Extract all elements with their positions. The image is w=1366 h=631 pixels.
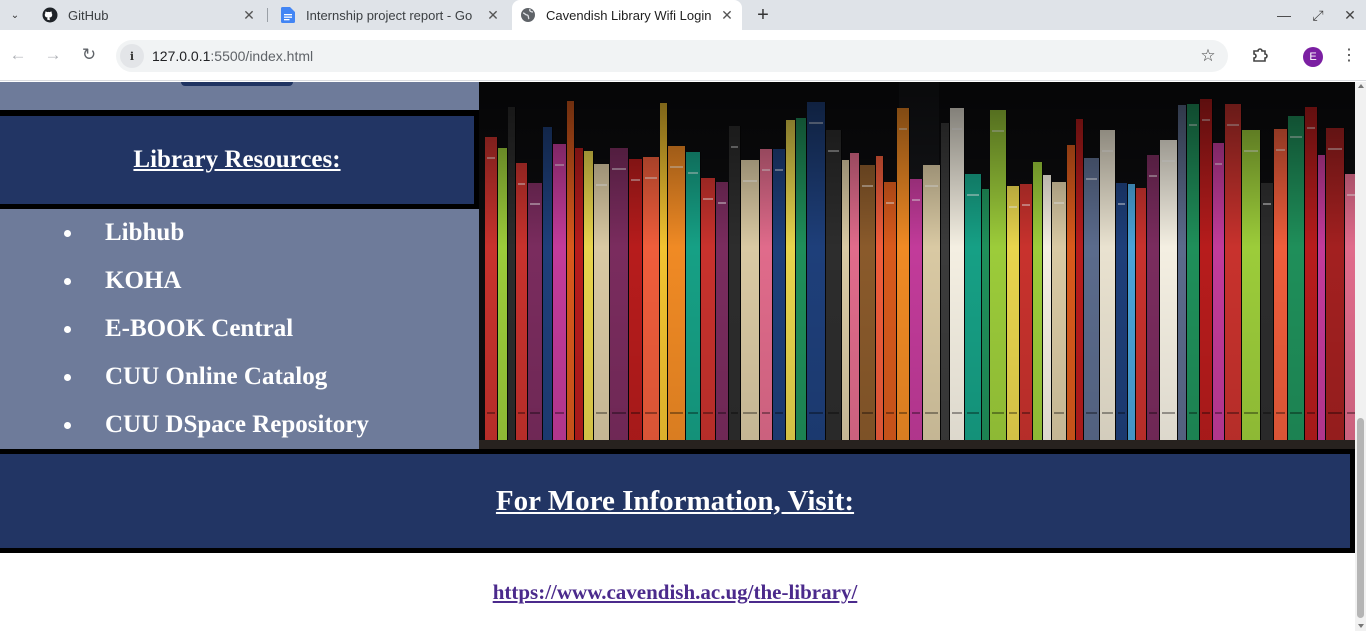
- bullet: [64, 229, 71, 237]
- tab-cavendish-wifi[interactable]: Cavendish Library Wifi Login ✕: [512, 0, 742, 30]
- reload-icon[interactable]: ↻: [77, 43, 101, 67]
- login-button-edge[interactable]: [181, 82, 293, 86]
- page-scrollbar[interactable]: [1355, 82, 1366, 631]
- more-info-heading: For More Information, Visit:: [495, 484, 855, 517]
- close-icon[interactable]: ✕: [240, 6, 258, 24]
- minimize-icon[interactable]: —: [1267, 0, 1301, 30]
- github-icon: [42, 7, 58, 23]
- tab-title: Internship project report - Go: [306, 7, 473, 23]
- browser-toolbar: ← → ↻ i 127.0.0.1:5500/index.html ☆ E ⋮: [0, 30, 1366, 81]
- scroll-thumb[interactable]: [1357, 418, 1364, 618]
- resource-label: Libhub: [105, 219, 185, 246]
- url-host: 127.0.0.1: [152, 48, 211, 64]
- tab-separator: [267, 8, 268, 22]
- resources-list: Libhub KOHA E-BOOK Central CUU Online Ca…: [0, 209, 479, 449]
- list-item[interactable]: CUU DSpace Repository: [0, 401, 479, 449]
- library-link-row: https://www.cavendish.ac.ug/the-library/: [0, 580, 1350, 605]
- scroll-up-arrow-icon[interactable]: [1358, 84, 1364, 88]
- url-path: :5500/index.html: [210, 48, 314, 64]
- more-info-band: For More Information, Visit:: [0, 449, 1355, 553]
- tab-strip: ⌄ GitHub ✕ Internship project report - G…: [0, 0, 1366, 30]
- profile-avatar[interactable]: E: [1303, 47, 1323, 67]
- resource-label: CUU Online Catalog: [105, 363, 328, 390]
- resources-heading-box: Library Resources:: [0, 116, 479, 204]
- tab-internship-report[interactable]: Internship project report - Go ✕: [272, 0, 508, 30]
- google-docs-icon: [280, 7, 296, 23]
- bookshelf-image: [479, 82, 1355, 449]
- list-item[interactable]: E-BOOK Central: [0, 305, 479, 353]
- bookmark-star-icon[interactable]: ☆: [1198, 46, 1218, 66]
- resource-label: CUU DSpace Repository: [105, 411, 369, 438]
- top-strip: [0, 82, 479, 110]
- list-item[interactable]: KOHA: [0, 257, 479, 305]
- bullet: [64, 373, 71, 381]
- resource-label: E-BOOK Central: [105, 315, 294, 342]
- library-website-link[interactable]: https://www.cavendish.ac.ug/the-library/: [493, 580, 858, 604]
- address-bar[interactable]: i 127.0.0.1:5500/index.html ☆: [116, 40, 1228, 72]
- resources-heading: Library Resources:: [133, 146, 341, 173]
- url-text[interactable]: 127.0.0.1:5500/index.html: [152, 48, 313, 64]
- resource-label: KOHA: [105, 267, 182, 294]
- forward-arrow-icon[interactable]: →: [41, 43, 65, 67]
- divider: [0, 548, 1355, 553]
- restore-icon[interactable]: ⤢: [1301, 0, 1335, 30]
- bullet: [64, 421, 71, 429]
- extensions-puzzle-icon[interactable]: [1248, 43, 1272, 67]
- list-item[interactable]: Libhub: [0, 209, 479, 257]
- window-close-icon[interactable]: ✕: [1333, 0, 1366, 30]
- site-info-icon[interactable]: i: [120, 44, 144, 68]
- tab-title: GitHub: [68, 7, 109, 23]
- tab-title: Cavendish Library Wifi Login: [546, 7, 712, 23]
- page-viewport: Library Resources: Libhub KOHA E-BOOK Ce…: [0, 82, 1355, 631]
- new-tab-button[interactable]: +: [752, 4, 774, 26]
- list-item[interactable]: CUU Online Catalog: [0, 353, 479, 401]
- back-arrow-icon[interactable]: ←: [6, 43, 30, 67]
- close-icon[interactable]: ✕: [484, 6, 502, 24]
- bullet: [64, 277, 71, 285]
- tab-search-button[interactable]: ⌄: [4, 4, 26, 26]
- scroll-down-arrow-icon[interactable]: [1358, 624, 1364, 628]
- bullet: [64, 325, 71, 333]
- globe-icon: [520, 7, 536, 23]
- more-menu-icon[interactable]: ⋮: [1340, 43, 1358, 67]
- close-icon[interactable]: ✕: [718, 6, 736, 24]
- bookshelf-illustration: [479, 82, 1355, 449]
- tab-github[interactable]: GitHub ✕: [34, 0, 264, 30]
